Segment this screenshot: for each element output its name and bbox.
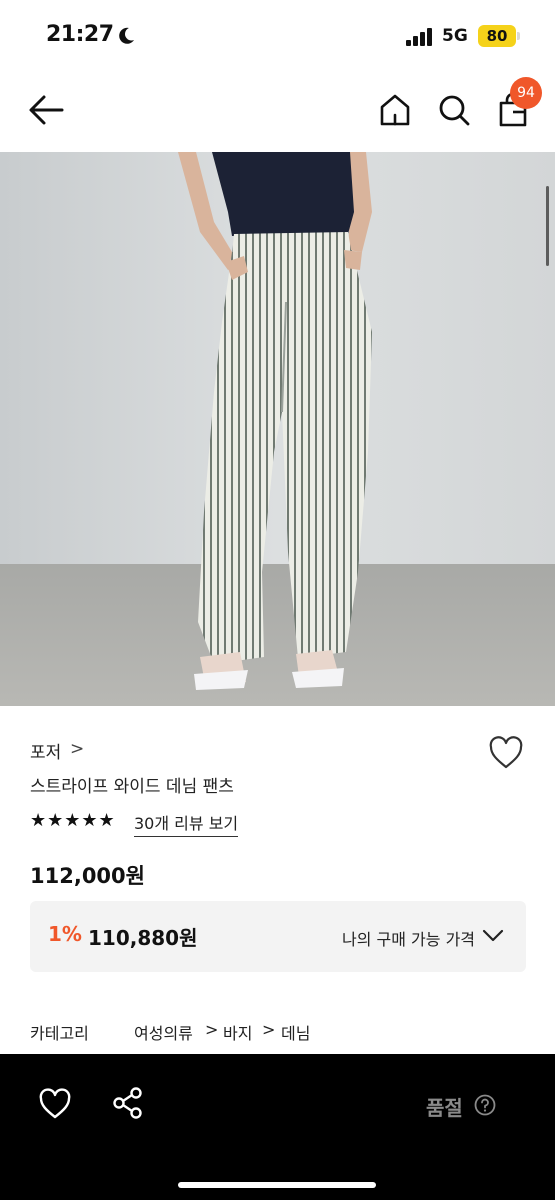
- breadcrumb-denim[interactable]: 데님: [281, 1020, 310, 1044]
- product-name: 스트라이프 와이드 데님 팬츠: [30, 777, 234, 797]
- heart-icon[interactable]: [38, 1088, 72, 1120]
- battery-nub: [517, 32, 520, 40]
- purchase-price: 110,880원: [88, 926, 198, 950]
- product-photo: [0, 152, 555, 706]
- share-icon[interactable]: [112, 1086, 144, 1120]
- scrollbar-thumb[interactable]: [546, 186, 549, 266]
- chevron-down-icon[interactable]: [482, 928, 504, 944]
- home-indicator: [178, 1182, 376, 1188]
- network-type: 5G: [442, 26, 468, 46]
- breadcrumb-separator: >: [205, 1020, 219, 1039]
- sold-out-label: 품절: [426, 1096, 463, 1120]
- category-label: 카테고리: [30, 1024, 89, 1043]
- rating-stars: ★★★★★: [30, 810, 116, 831]
- breadcrumb-separator: >: [262, 1020, 276, 1039]
- home-icon[interactable]: [378, 92, 412, 128]
- search-icon[interactable]: [437, 92, 471, 128]
- status-time: 21:27: [46, 22, 114, 47]
- bottom-action-bar: 품절: [0, 1054, 555, 1200]
- moon-icon: [119, 27, 134, 44]
- product-image[interactable]: [0, 152, 555, 706]
- review-link[interactable]: 30개 리뷰 보기: [134, 810, 239, 837]
- cellular-signal-icon: [406, 28, 434, 46]
- cart-count-badge: 94: [510, 77, 542, 109]
- back-arrow-icon[interactable]: [26, 92, 66, 128]
- purchase-price-box[interactable]: 1% 110,880원 나의 구매 가능 가격: [30, 901, 526, 972]
- heart-icon[interactable]: [488, 736, 524, 770]
- status-bar: 21:27 5G 80: [0, 0, 555, 72]
- breadcrumb-womens-clothing[interactable]: 여성의류: [134, 1020, 193, 1044]
- purchase-price-label: 나의 구매 가능 가격: [342, 930, 476, 949]
- nav-bar: [0, 72, 555, 152]
- brand-link[interactable]: 포저: [30, 738, 61, 763]
- help-icon[interactable]: [474, 1094, 496, 1116]
- discount-rate: 1%: [48, 922, 82, 946]
- product-price: 112,000원: [30, 864, 145, 888]
- breadcrumb-pants[interactable]: 바지: [223, 1020, 252, 1044]
- brand-chevron-icon[interactable]: >: [70, 739, 84, 759]
- battery-indicator: 80: [478, 25, 516, 47]
